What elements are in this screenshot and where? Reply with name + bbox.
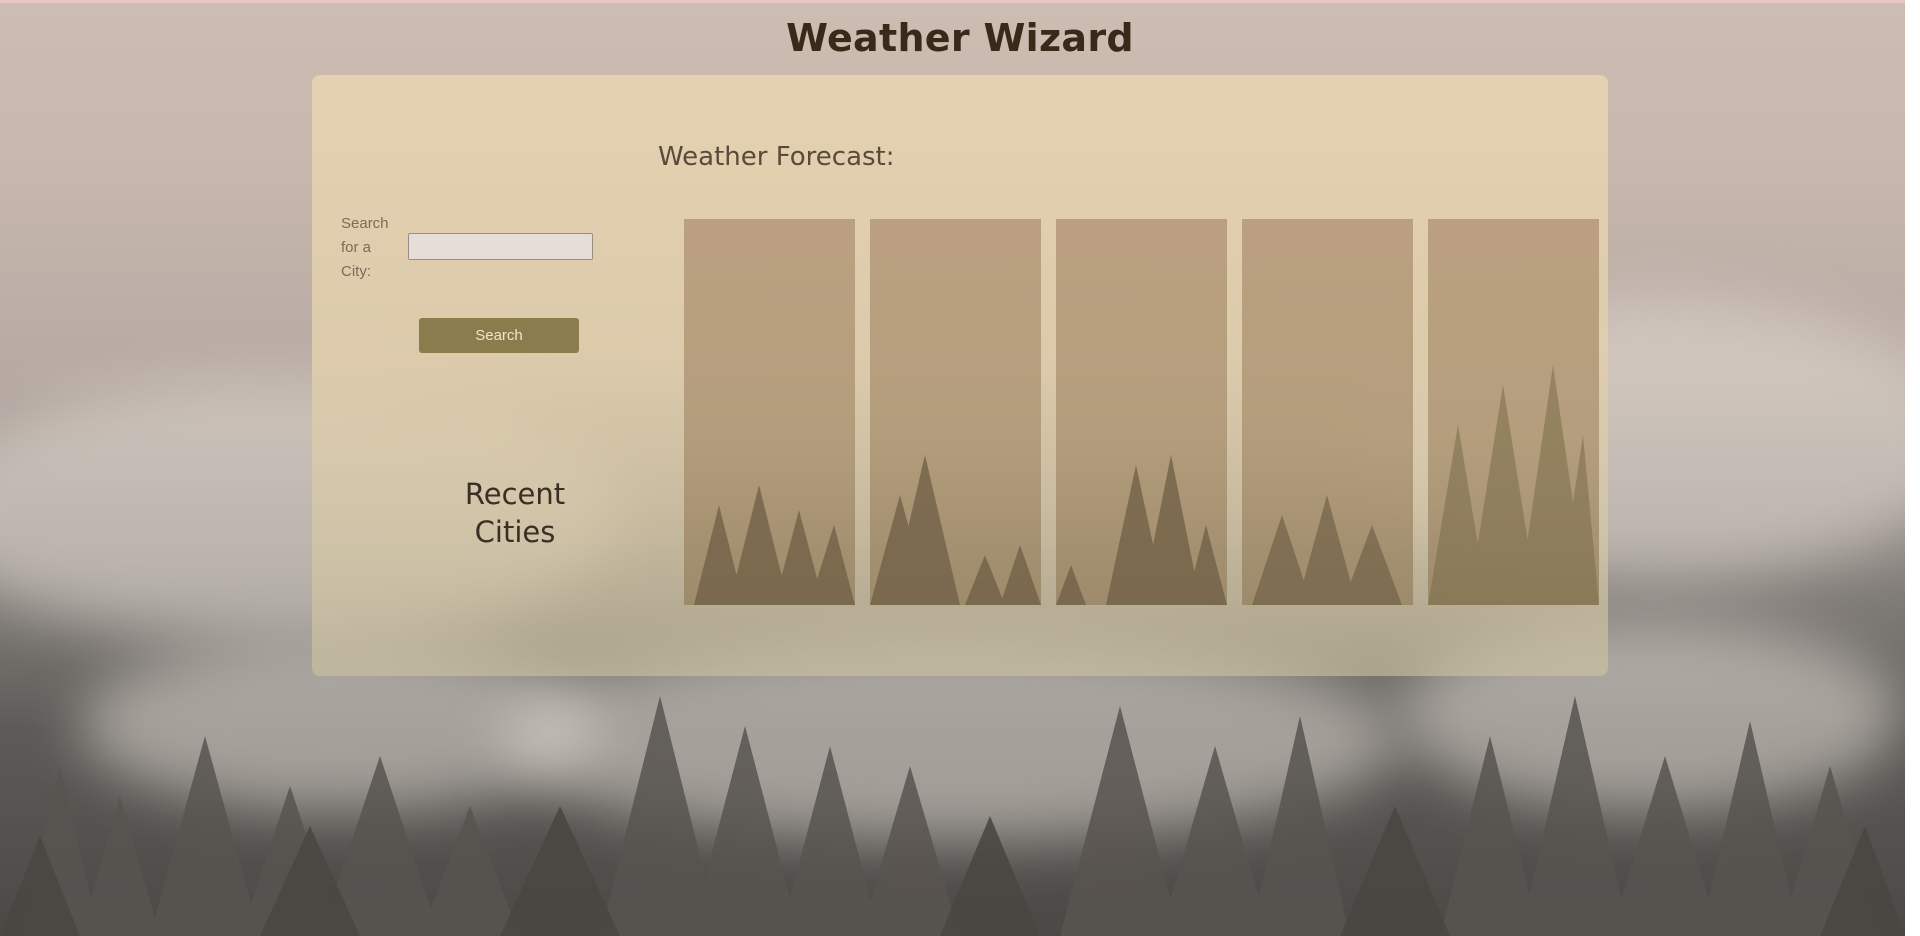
search-button[interactable]: Search: [419, 318, 579, 353]
card-tree-silhouette: [1428, 365, 1599, 605]
page-title: Weather Wizard: [786, 16, 1134, 60]
card-tree-silhouette: [694, 485, 855, 605]
card-tree-silhouette: [1056, 455, 1227, 605]
city-search-input[interactable]: [408, 233, 593, 260]
forecast-card-5: [1428, 219, 1599, 605]
forecast-card-4: [1242, 219, 1413, 605]
scrollbar-gutter: [1905, 0, 1920, 936]
card-tree-silhouette: [1252, 495, 1402, 605]
search-label: Search for a City:: [341, 215, 389, 280]
forecast-heading: Weather Forecast:: [658, 142, 895, 172]
forecast-card-1: [684, 219, 855, 605]
top-border: [0, 0, 1905, 3]
recent-cities-heading: Recent Cities: [464, 477, 566, 549]
forecast-card-2: [870, 219, 1041, 605]
card-tree-silhouette: [870, 455, 1041, 605]
forecast-card-3: [1056, 219, 1227, 605]
